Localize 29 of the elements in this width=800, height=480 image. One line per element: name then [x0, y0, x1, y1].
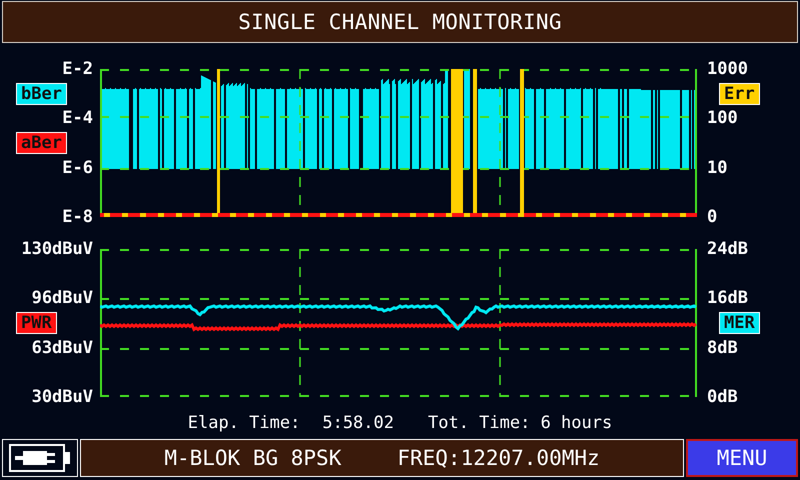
legend-label: Err	[719, 82, 760, 105]
axis-label: 8dB	[706, 338, 738, 358]
elapsed-time-label: Elap. Time:	[188, 413, 300, 433]
elapsed-time-value: 5:58.02	[322, 413, 394, 433]
axis-label: 30dBuV	[32, 386, 94, 407]
axis-label: 0	[706, 206, 718, 227]
axis-label: 100	[706, 108, 738, 128]
legend-label: bBer	[16, 82, 67, 105]
axis-label: 63dBuV	[32, 338, 94, 358]
screen-title: SINGLE CHANNEL MONITORING	[238, 10, 562, 34]
channel-name: M-BLOK BG 8PSK	[164, 446, 342, 470]
axis-label: E-6	[62, 158, 94, 178]
legend-label: MER	[719, 312, 760, 334]
axis-label: 1000	[706, 59, 748, 80]
axis-label: E-2	[62, 59, 94, 80]
axis-label: 10	[706, 158, 728, 178]
total-time-text: Tot. Time: 6 hours	[428, 413, 612, 433]
axis-label: 0dB	[706, 386, 738, 407]
axis-label: E-8	[62, 206, 94, 227]
legend-label: PWR	[16, 312, 57, 334]
legend-label: aBer	[16, 132, 67, 154]
frequency-text: FREQ:12207.00MHz	[397, 446, 600, 470]
battery-plug-icon	[9, 444, 71, 472]
axis-label: E-4	[62, 108, 94, 128]
axis-label: 130dBuV	[21, 239, 94, 260]
axis-label: 16dB	[706, 288, 748, 308]
axis-label: 24dB	[706, 239, 748, 260]
menu-button[interactable]: MENU	[686, 439, 798, 477]
axis-label: 96dBuV	[32, 288, 94, 308]
